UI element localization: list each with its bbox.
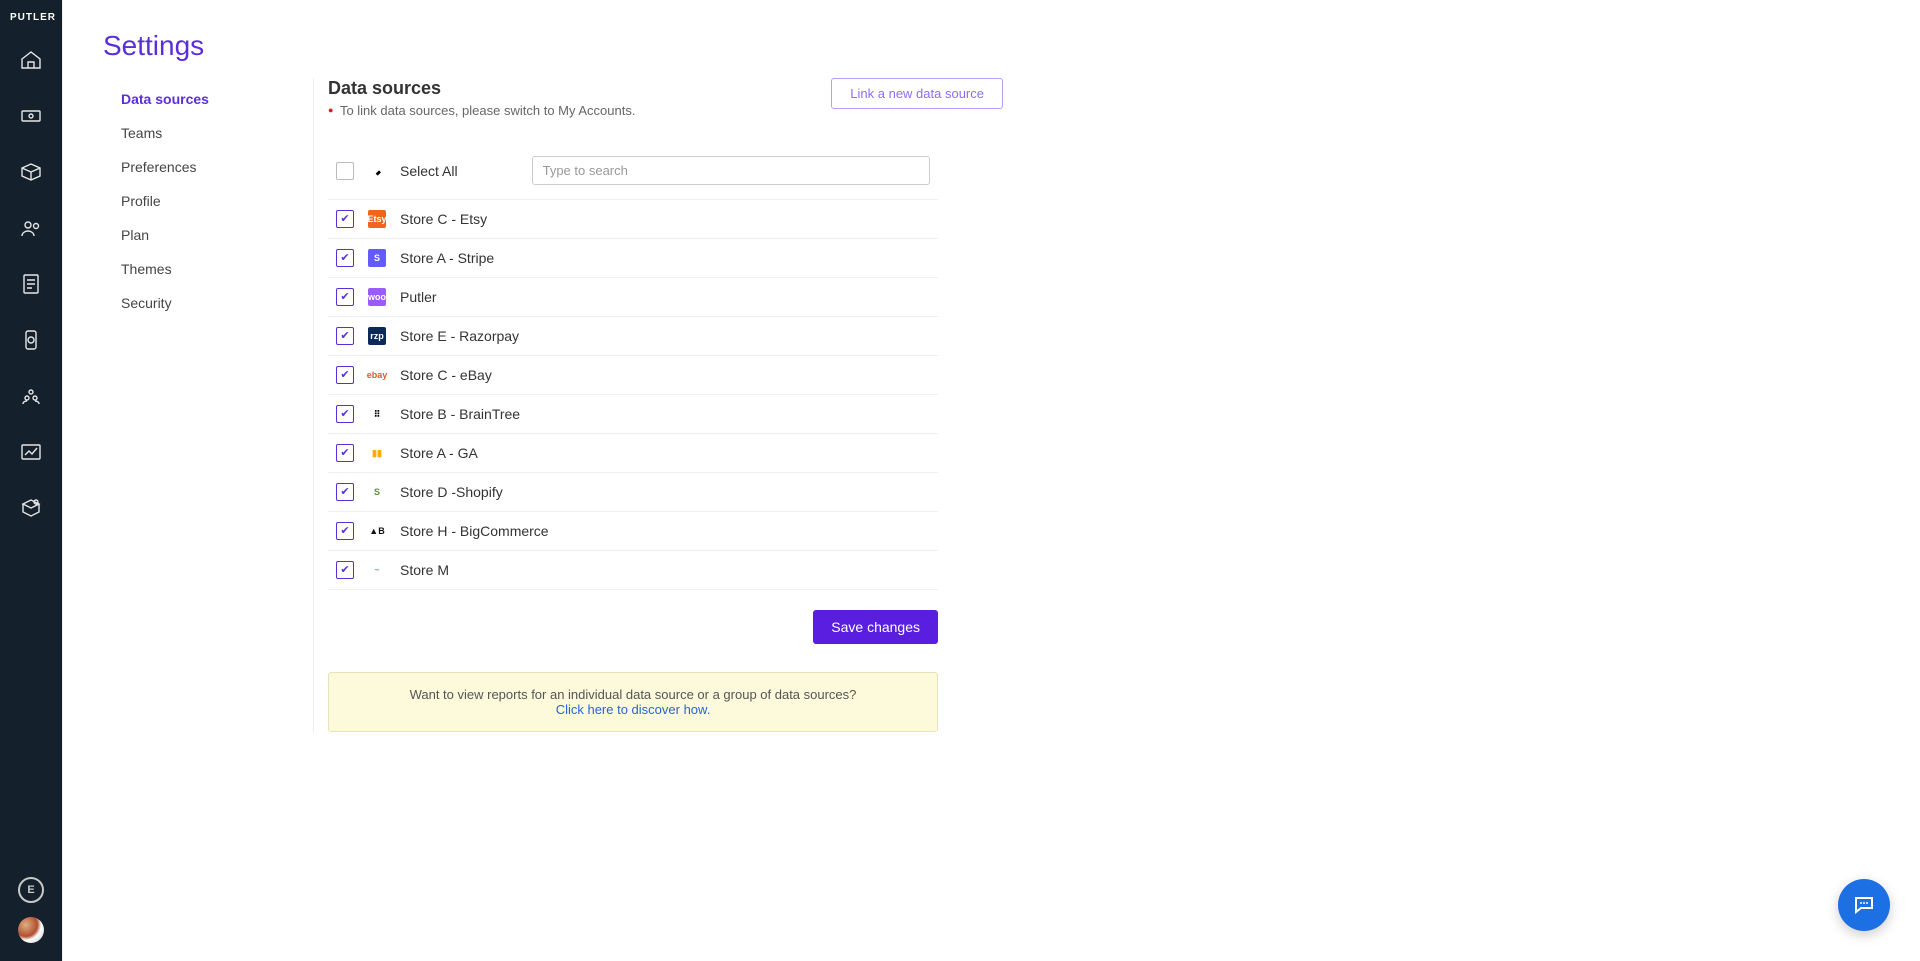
data-source-icon: rzp: [368, 327, 386, 345]
subnav-item[interactable]: Plan: [103, 218, 313, 252]
brand-label: PUTLER: [0, 8, 62, 37]
data-source-checkbox[interactable]: [336, 249, 354, 267]
subnav-item[interactable]: Security: [103, 286, 313, 320]
data-source-checkbox[interactable]: [336, 327, 354, 345]
save-changes-button[interactable]: Save changes: [813, 610, 938, 644]
data-source-icon: S: [368, 483, 386, 501]
info-note: Want to view reports for an individual d…: [328, 672, 938, 732]
data-source-icon: S: [368, 249, 386, 267]
data-source-label: Store B - BrainTree: [400, 406, 520, 422]
team-icon[interactable]: [18, 383, 44, 409]
data-source-row: rzp Store E - Razorpay: [328, 317, 938, 356]
subnav-item[interactable]: Data sources: [103, 82, 313, 116]
data-source-row: ebay Store C - eBay: [328, 356, 938, 395]
data-source-icon: woo: [368, 288, 386, 306]
nav-icons-group: [18, 47, 44, 521]
data-source-label: Store A - GA: [400, 445, 478, 461]
data-source-checkbox[interactable]: [336, 288, 354, 306]
settings-columns: Data sourcesTeamsPreferencesProfilePlanT…: [103, 78, 1003, 732]
data-source-row: ~ Store M: [328, 551, 938, 590]
data-source-icon: ~: [368, 561, 386, 579]
subnav-item[interactable]: Profile: [103, 184, 313, 218]
data-source-label: Store C - eBay: [400, 367, 492, 383]
data-source-label: Store E - Razorpay: [400, 328, 519, 344]
user-avatar[interactable]: [18, 917, 44, 943]
chat-fab[interactable]: [1838, 879, 1890, 931]
subnav-item[interactable]: Preferences: [103, 150, 313, 184]
data-source-label: Store C - Etsy: [400, 211, 487, 227]
section-title: Data sources: [328, 78, 635, 99]
users-icon[interactable]: [18, 215, 44, 241]
section-header: Data sources To link data sources, pleas…: [328, 78, 1003, 118]
data-source-label: Store M: [400, 562, 449, 578]
search-input[interactable]: [532, 156, 930, 185]
data-source-row: ▮▮ Store A - GA: [328, 434, 938, 473]
cash-icon[interactable]: [18, 103, 44, 129]
data-source-icon: ▮▮: [368, 444, 386, 462]
table-header-row: Select All: [328, 146, 938, 200]
data-source-checkbox[interactable]: [336, 366, 354, 384]
trend-icon[interactable]: [18, 439, 44, 465]
data-source-label: Store A - Stripe: [400, 250, 494, 266]
home-icon[interactable]: [18, 47, 44, 73]
actions-row: Save changes: [328, 610, 938, 644]
icon-sidebar: PUTLER E: [0, 0, 62, 961]
data-source-checkbox[interactable]: [336, 210, 354, 228]
data-sources-section: Data sources To link data sources, pleas…: [313, 78, 1003, 732]
content-wrap: Settings Data sourcesTeamsPreferencesPro…: [63, 0, 1043, 961]
plug-icon: [368, 162, 386, 180]
data-source-checkbox[interactable]: [336, 483, 354, 501]
data-source-checkbox[interactable]: [336, 405, 354, 423]
data-source-checkbox[interactable]: [336, 561, 354, 579]
sidebar-bottom-group: E: [18, 877, 44, 961]
report-icon[interactable]: [18, 271, 44, 297]
data-source-row: ⠿ Store B - BrainTree: [328, 395, 938, 434]
data-source-row: S Store A - Stripe: [328, 239, 938, 278]
select-all-checkbox[interactable]: [336, 162, 354, 180]
page-title: Settings: [103, 30, 1003, 62]
link-data-source-button[interactable]: Link a new data source: [831, 78, 1003, 109]
data-source-icon: ▲B: [368, 522, 386, 540]
account-switch-avatar[interactable]: E: [18, 877, 44, 903]
data-source-checkbox[interactable]: [336, 444, 354, 462]
main-area: Settings Data sourcesTeamsPreferencesPro…: [62, 0, 1920, 961]
package-icon[interactable]: [18, 495, 44, 521]
select-all-label: Select All: [400, 163, 458, 179]
data-source-label: Store D -Shopify: [400, 484, 503, 500]
data-source-icon: ebay: [368, 366, 386, 384]
box-icon[interactable]: [18, 159, 44, 185]
data-source-icon: ⠿: [368, 405, 386, 423]
device-icon[interactable]: [18, 327, 44, 353]
info-note-link[interactable]: Click here to discover how.: [556, 702, 711, 717]
data-source-row: ▲B Store H - BigCommerce: [328, 512, 938, 551]
data-source-checkbox[interactable]: [336, 522, 354, 540]
subnav-item[interactable]: Themes: [103, 252, 313, 286]
data-source-row: S Store D -Shopify: [328, 473, 938, 512]
info-note-text: Want to view reports for an individual d…: [347, 687, 919, 702]
app-root: PUTLER E Settings Data sourcesTeamsPrefe…: [0, 0, 1920, 961]
data-source-icon: Etsy: [368, 210, 386, 228]
data-source-row: woo Putler: [328, 278, 938, 317]
data-source-row: Etsy Store C - Etsy: [328, 200, 938, 239]
section-subtitle: To link data sources, please switch to M…: [328, 103, 635, 118]
data-source-label: Putler: [400, 289, 437, 305]
subnav-item[interactable]: Teams: [103, 116, 313, 150]
data-sources-table: Select All Etsy Store C - Etsy S Store A - …: [328, 146, 938, 590]
data-source-label: Store H - BigCommerce: [400, 523, 549, 539]
settings-subnav: Data sourcesTeamsPreferencesProfilePlanT…: [103, 78, 313, 732]
